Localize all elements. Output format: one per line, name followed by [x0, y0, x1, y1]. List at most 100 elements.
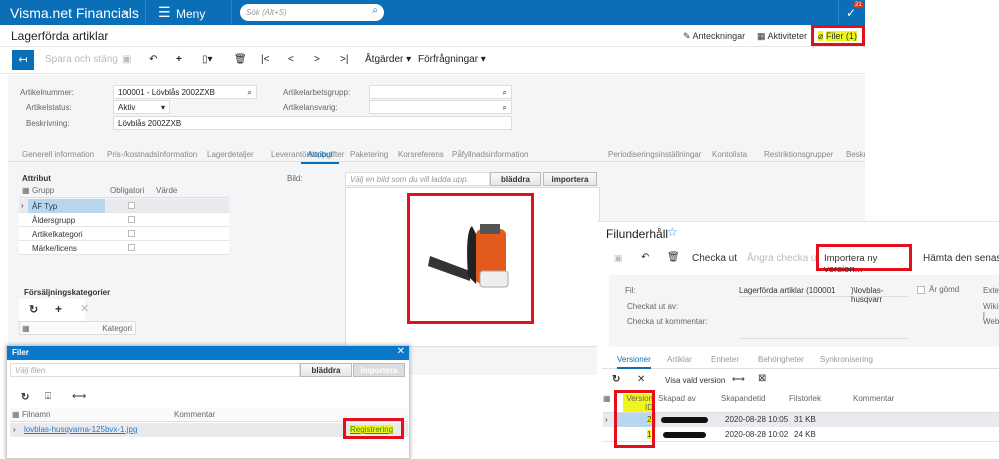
add-icon[interactable]: +: [55, 302, 62, 316]
undo-checkout-button[interactable]: Ångra checka ut: [747, 253, 819, 264]
lookup-icon[interactable]: ⌕: [248, 88, 252, 98]
add-icon[interactable]: +: [176, 54, 182, 65]
tab-permissions[interactable]: Behörigheter: [758, 355, 804, 364]
delete-icon[interactable]: ✕: [637, 374, 645, 385]
table-row[interactable]: Åldersgrupp: [19, 213, 229, 227]
column-comment[interactable]: Kommentar: [174, 410, 215, 419]
export-excel-icon[interactable]: ⊠: [758, 373, 766, 384]
column-group[interactable]: Grupp: [32, 186, 54, 195]
tab-description[interactable]: Beskri: [846, 150, 865, 159]
description-field[interactable]: Lövblås 2002ZXB: [113, 116, 512, 130]
responsible-field[interactable]: ⌕: [369, 100, 512, 114]
save-close-button[interactable]: Spara och stäng: [45, 54, 118, 65]
column-mandatory[interactable]: Obligatori: [110, 186, 144, 195]
close-icon[interactable]: ✕: [397, 346, 405, 357]
first-icon[interactable]: |<: [261, 54, 269, 65]
tab-sync[interactable]: Synkronisering: [820, 355, 873, 364]
grid-settings-icon[interactable]: ▦: [22, 186, 30, 195]
import-new-version-button[interactable]: Importera ny version...: [816, 244, 912, 275]
tab-deferral[interactable]: Periodiseringsinställningar: [608, 150, 701, 159]
import-button[interactable]: importera: [543, 172, 597, 186]
hamburger-icon[interactable]: ☰: [158, 4, 171, 21]
mandatory-checkbox[interactable]: [128, 244, 135, 251]
mandatory-checkbox[interactable]: [128, 216, 135, 223]
tab-units[interactable]: Enheter: [711, 355, 739, 364]
activities-button[interactable]: ▦ Aktiviteter: [757, 31, 807, 42]
lookup-icon[interactable]: ⌕: [503, 88, 507, 98]
show-version-button[interactable]: Visa vald version: [665, 376, 725, 385]
browse-button[interactable]: bläddra: [490, 172, 541, 186]
refresh-icon[interactable]: ↻: [21, 392, 29, 403]
registration-link[interactable]: Registrering: [350, 425, 394, 434]
files-button[interactable]: ⌀ Filer (1): [811, 25, 865, 46]
tab-versions[interactable]: Versioner: [617, 355, 651, 369]
back-button[interactable]: ↤: [12, 50, 34, 70]
undo-icon[interactable]: ↶: [149, 54, 157, 65]
table-row[interactable]: Märke/licens: [19, 241, 229, 255]
column-created-by[interactable]: Skapad av: [658, 394, 696, 403]
tab-stock[interactable]: Lagerdetaljer: [207, 150, 254, 159]
tab-items[interactable]: Artiklar: [667, 355, 692, 364]
file-link[interactable]: lovblas-husqvarna-125bvx-1.jpg: [24, 425, 137, 434]
delete-icon[interactable]: 🗑: [667, 252, 680, 263]
column-comment[interactable]: Kommentar: [853, 394, 894, 403]
get-latest-button[interactable]: Hämta den senaste: [923, 253, 999, 264]
search-input[interactable]: Sök (Alt+S) ⌕: [240, 4, 384, 21]
favorite-star-icon[interactable]: ☆: [667, 225, 678, 239]
brand-menu[interactable]: Visma.net Financials: [10, 5, 139, 21]
workgroup-field[interactable]: ⌕: [369, 85, 512, 99]
table-row[interactable]: › ÅF Typ: [19, 199, 229, 213]
table-row[interactable]: › 2 2020-08-28 10:05 31 KB: [603, 413, 999, 427]
fit-columns-icon[interactable]: ⟷: [732, 374, 745, 385]
notifications-icon[interactable]: ✓: [846, 6, 856, 20]
grid-settings-icon[interactable]: ▦: [22, 324, 30, 333]
tab-price[interactable]: Pris-/kostnadsinformation: [107, 150, 197, 159]
checkout-button[interactable]: Checka ut: [692, 253, 737, 264]
tab-general[interactable]: Generell information: [22, 150, 94, 159]
column-created-time[interactable]: Skapandetid: [721, 394, 765, 403]
item-number-field[interactable]: 100001 - Lövblås 2002ZXB ⌕: [113, 85, 257, 99]
column-category[interactable]: Kategori: [102, 324, 132, 333]
delete-icon[interactable]: 🗑: [234, 54, 247, 65]
hidden-checkbox[interactable]: [917, 286, 925, 294]
grid-settings-icon[interactable]: ▦: [603, 394, 611, 403]
import-button[interactable]: Importera: [353, 363, 405, 377]
tab-restrictions[interactable]: Restriktionsgrupper: [764, 150, 833, 159]
save-icon[interactable]: ▣: [122, 54, 131, 65]
tab-packaging[interactable]: Paketering: [350, 150, 388, 159]
tab-crossref[interactable]: Korsreferens: [398, 150, 444, 159]
notes-button[interactable]: ✎ Anteckningar: [683, 31, 745, 42]
status-select[interactable]: Aktiv ▾: [113, 100, 170, 114]
browse-button[interactable]: bläddra: [300, 363, 352, 377]
lookup-icon[interactable]: ⌕: [503, 103, 507, 113]
inquiries-menu[interactable]: Förfrågningar ▾: [418, 54, 486, 65]
search-icon[interactable]: ⌕: [372, 5, 378, 16]
chevron-down-icon[interactable]: ⌄: [122, 6, 130, 17]
tab-replenishment[interactable]: Påfyllnadsinformation: [452, 150, 528, 159]
mandatory-checkbox[interactable]: [128, 202, 135, 209]
menu-button[interactable]: Meny: [176, 7, 205, 21]
actions-menu[interactable]: Åtgärder ▾: [365, 54, 411, 65]
previous-icon[interactable]: <: [288, 54, 294, 65]
table-row[interactable]: 1 2020-08-28 10:02 24 KB: [603, 428, 999, 442]
save-icon[interactable]: ▣: [614, 253, 623, 264]
image-file-input[interactable]: Välj en bild som du vill ladda upp.: [345, 172, 490, 186]
checkout-comment-field[interactable]: [739, 314, 909, 339]
undo-icon[interactable]: ↶: [641, 252, 649, 263]
column-filename[interactable]: Filnamn: [22, 410, 50, 419]
next-icon[interactable]: >: [314, 54, 320, 65]
refresh-icon[interactable]: ↻: [612, 374, 620, 385]
tab-attributes-label[interactable]: Attribut: [301, 150, 339, 164]
column-file-size[interactable]: Filstorlek: [789, 394, 821, 403]
table-row[interactable]: Artikelkategori: [19, 227, 229, 241]
last-icon[interactable]: >|: [340, 54, 348, 65]
paste-icon[interactable]: ▯▾: [202, 54, 213, 65]
fit-columns-icon[interactable]: ⟷: [72, 391, 86, 402]
refresh-icon[interactable]: ↻: [29, 303, 38, 316]
file-field[interactable]: Lagerförda artiklar (100001)\lovblas-hus…: [739, 283, 909, 304]
download-icon[interactable]: ⍗: [45, 391, 51, 402]
file-input[interactable]: Välj filen.: [10, 363, 300, 377]
tab-accounts[interactable]: Kontolista: [712, 150, 747, 159]
delete-icon[interactable]: ✕: [80, 302, 89, 315]
grid-settings-icon[interactable]: ▦: [12, 410, 20, 419]
